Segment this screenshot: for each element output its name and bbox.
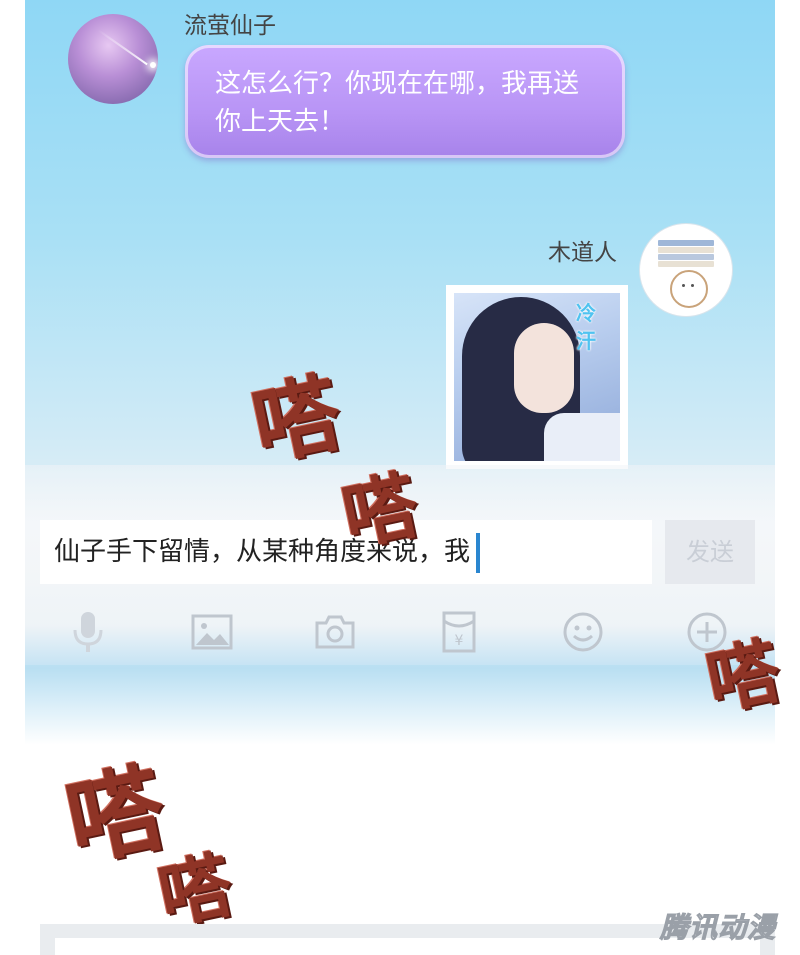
image-icon[interactable] bbox=[190, 610, 234, 654]
book-stack-icon bbox=[658, 254, 714, 260]
book-stack-icon bbox=[658, 240, 714, 246]
sender-avatar-right[interactable] bbox=[640, 224, 732, 316]
sticker-caption: 冷汗 bbox=[576, 301, 596, 353]
star-glow bbox=[150, 62, 156, 68]
microphone-icon[interactable] bbox=[66, 610, 110, 654]
watermark-logo: 腾讯动漫 bbox=[659, 911, 777, 945]
meteor-streak bbox=[97, 29, 148, 66]
cartoon-face-icon bbox=[670, 270, 708, 308]
message-bubble-left[interactable]: 这怎么行？你现在在哪，我再送你上天去！ bbox=[185, 45, 625, 158]
send-button[interactable]: 发送 bbox=[665, 520, 755, 584]
sender-name-left: 流萤仙子 bbox=[184, 13, 276, 39]
book-stack-icon bbox=[658, 247, 714, 253]
sticker-message[interactable]: 冷汗 bbox=[446, 285, 628, 469]
sticker-robe bbox=[544, 413, 620, 461]
camera-icon[interactable] bbox=[313, 610, 357, 654]
book-stack-icon bbox=[658, 261, 714, 267]
sender-name-right: 木道人 bbox=[548, 240, 617, 266]
svg-text:¥: ¥ bbox=[455, 633, 464, 649]
emoji-icon[interactable] bbox=[561, 610, 605, 654]
red-envelope-icon[interactable]: ¥ bbox=[437, 610, 481, 654]
text-caret bbox=[476, 532, 481, 573]
sender-avatar-left[interactable] bbox=[68, 14, 158, 104]
sticker-image: 冷汗 bbox=[454, 293, 620, 461]
sticker-face bbox=[514, 323, 574, 413]
footer-inner bbox=[55, 938, 760, 955]
